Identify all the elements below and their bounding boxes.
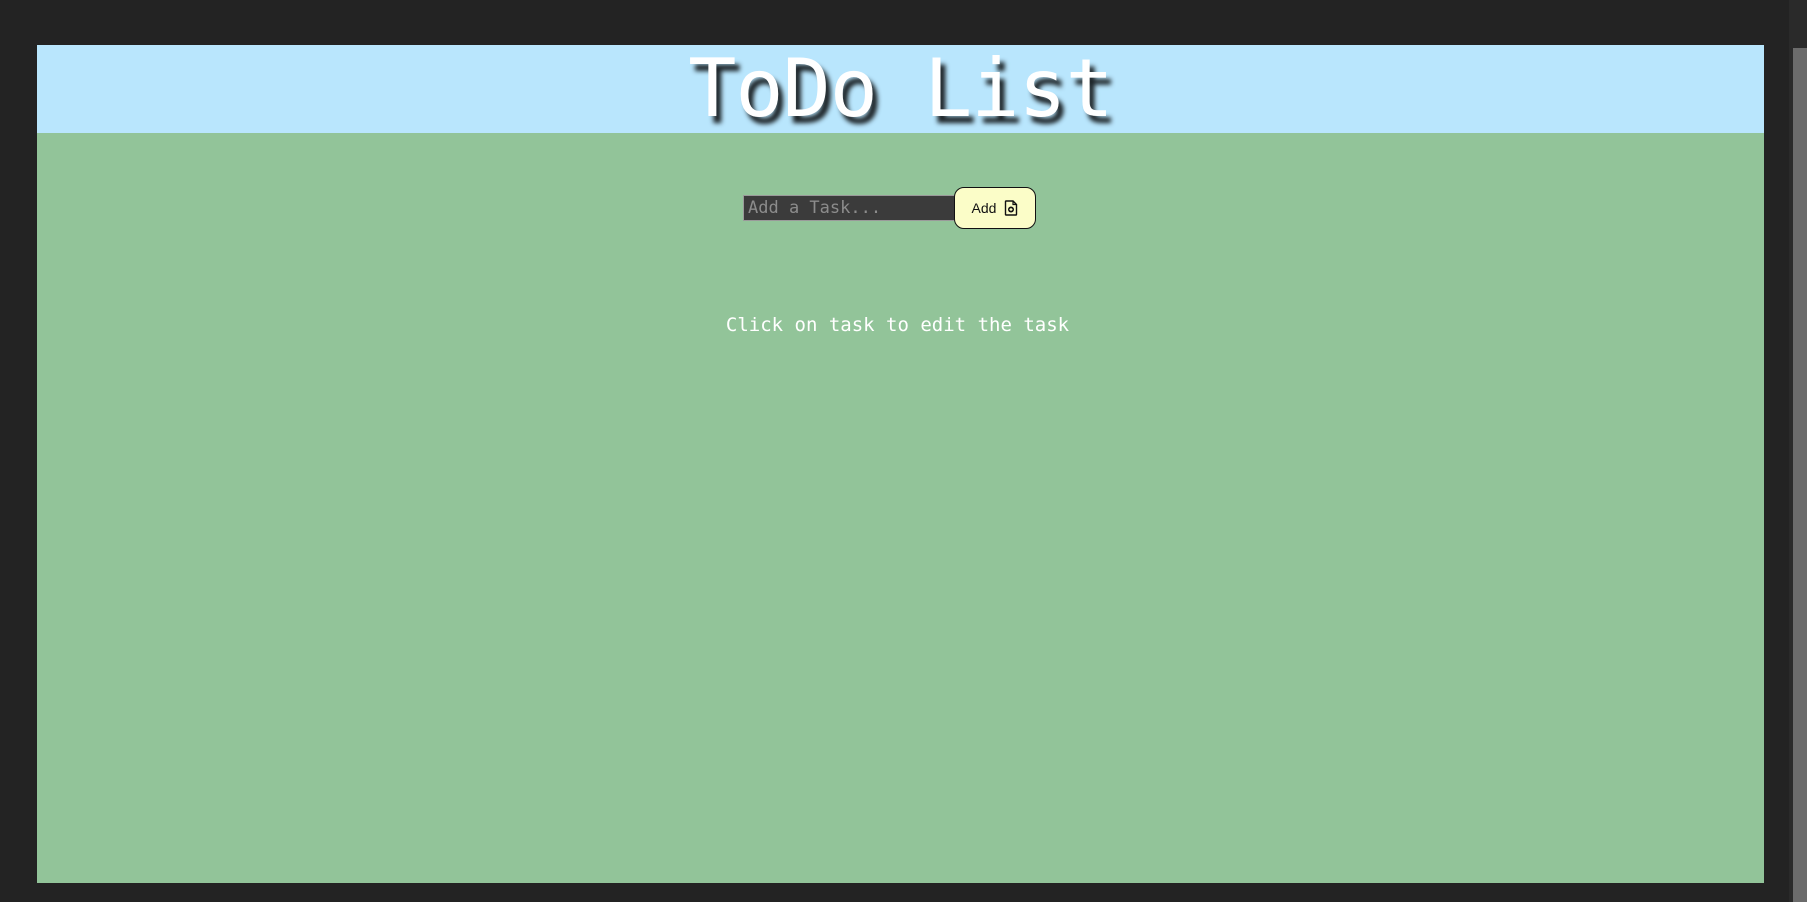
edit-hint: Click on task to edit the task (725, 314, 1070, 336)
file-plus-icon (1004, 200, 1018, 216)
add-button-label: Add (971, 200, 997, 216)
page-title: ToDo List (688, 42, 1113, 135)
app-header: ToDo List (37, 45, 1764, 133)
page-scrollbar[interactable] (1789, 0, 1807, 902)
add-button[interactable]: Add (954, 187, 1036, 229)
todo-app: ToDo List Add Click on task to edit the … (37, 45, 1764, 883)
scrollbar-thumb[interactable] (1793, 48, 1807, 902)
task-input[interactable] (743, 195, 955, 221)
add-task-form: Add (37, 187, 1764, 229)
